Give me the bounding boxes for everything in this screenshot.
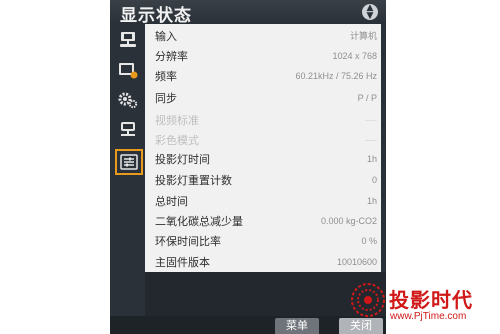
row-value: ---- <box>365 114 377 125</box>
row-value: ---- <box>365 134 377 145</box>
status-row-firmware-version: 主固件版本 10010600 <box>155 252 377 271</box>
picture-adjust-icon[interactable] <box>117 60 139 80</box>
osd-window: 显示状态 ▲ ▼ 输入 计算机 分辨率 1024 x 768 频率 60.21k… <box>110 0 386 334</box>
row-label: 同步 <box>155 91 177 105</box>
network-usb-icon[interactable] <box>117 120 139 140</box>
watermark-url: www.PjTime.com <box>390 311 467 322</box>
row-label: 二氧化碳总减少量 <box>155 214 243 228</box>
row-value: 60.21kHz / 75.26 Hz <box>295 70 377 81</box>
status-info-icon[interactable] <box>115 149 143 175</box>
status-row-resolution: 分辨率 1024 x 768 <box>155 46 377 65</box>
row-label: 投影灯重置计数 <box>155 173 232 187</box>
status-row-total-time: 总时间 1h <box>155 191 377 210</box>
status-row-lamp-reset-count: 投影灯重置计数 0 <box>155 170 377 189</box>
status-row-co2-reduction: 二氧化碳总减少量 0.000 kg-CO2 <box>155 211 377 230</box>
row-label: 投影灯时间 <box>155 152 210 166</box>
osd-title: 显示状态 <box>120 6 192 26</box>
menu-button[interactable]: 菜单 <box>275 318 319 334</box>
row-value: 1024 x 768 <box>332 50 377 61</box>
row-value: 0 <box>371 174 377 185</box>
row-label: 总时间 <box>155 194 188 208</box>
row-label: 输入 <box>155 29 177 43</box>
row-value: 1h <box>366 153 377 164</box>
input-source-icon[interactable] <box>117 30 139 50</box>
status-row-frequency: 频率 60.21kHz / 75.26 Hz <box>155 66 377 85</box>
watermark-brand: 投影时代 <box>389 288 473 312</box>
row-value: P / P <box>357 92 377 103</box>
row-label: 彩色模式 <box>155 133 199 147</box>
row-value: 计算机 <box>349 31 377 41</box>
row-label: 主固件版本 <box>155 255 210 269</box>
status-panel: 输入 计算机 分辨率 1024 x 768 频率 60.21kHz / 75.2… <box>145 24 381 272</box>
row-value: 1h <box>366 195 377 206</box>
osd-title-bar: 显示状态 ▲ ▼ <box>110 0 386 26</box>
up-down-arrows-icon: ▲ ▼ <box>362 4 378 21</box>
row-value: 0 % <box>361 235 377 246</box>
close-button[interactable]: 关闭 <box>339 318 383 334</box>
status-row-lamp-hours: 投影灯时间 1h <box>155 149 377 168</box>
pjtime-logo-icon <box>351 283 385 317</box>
status-row-input: 输入 计算机 <box>155 26 377 45</box>
status-row-color-mode: 彩色模式 ---- <box>155 130 377 149</box>
row-label: 分辨率 <box>155 49 188 63</box>
row-label: 频率 <box>155 69 177 83</box>
row-label: 视频标准 <box>155 113 199 127</box>
osd-sidebar <box>110 24 145 284</box>
status-row-sync: 同步 P / P <box>155 88 377 107</box>
status-row-eco-time-ratio: 环保时间比率 0 % <box>155 231 377 250</box>
status-row-video-standard: 视频标准 ---- <box>155 110 377 129</box>
settings-gears-icon[interactable] <box>117 90 139 110</box>
row-value: 0.000 kg-CO2 <box>320 215 377 226</box>
row-label: 环保时间比率 <box>155 234 221 248</box>
row-value: 10010600 <box>336 256 377 267</box>
